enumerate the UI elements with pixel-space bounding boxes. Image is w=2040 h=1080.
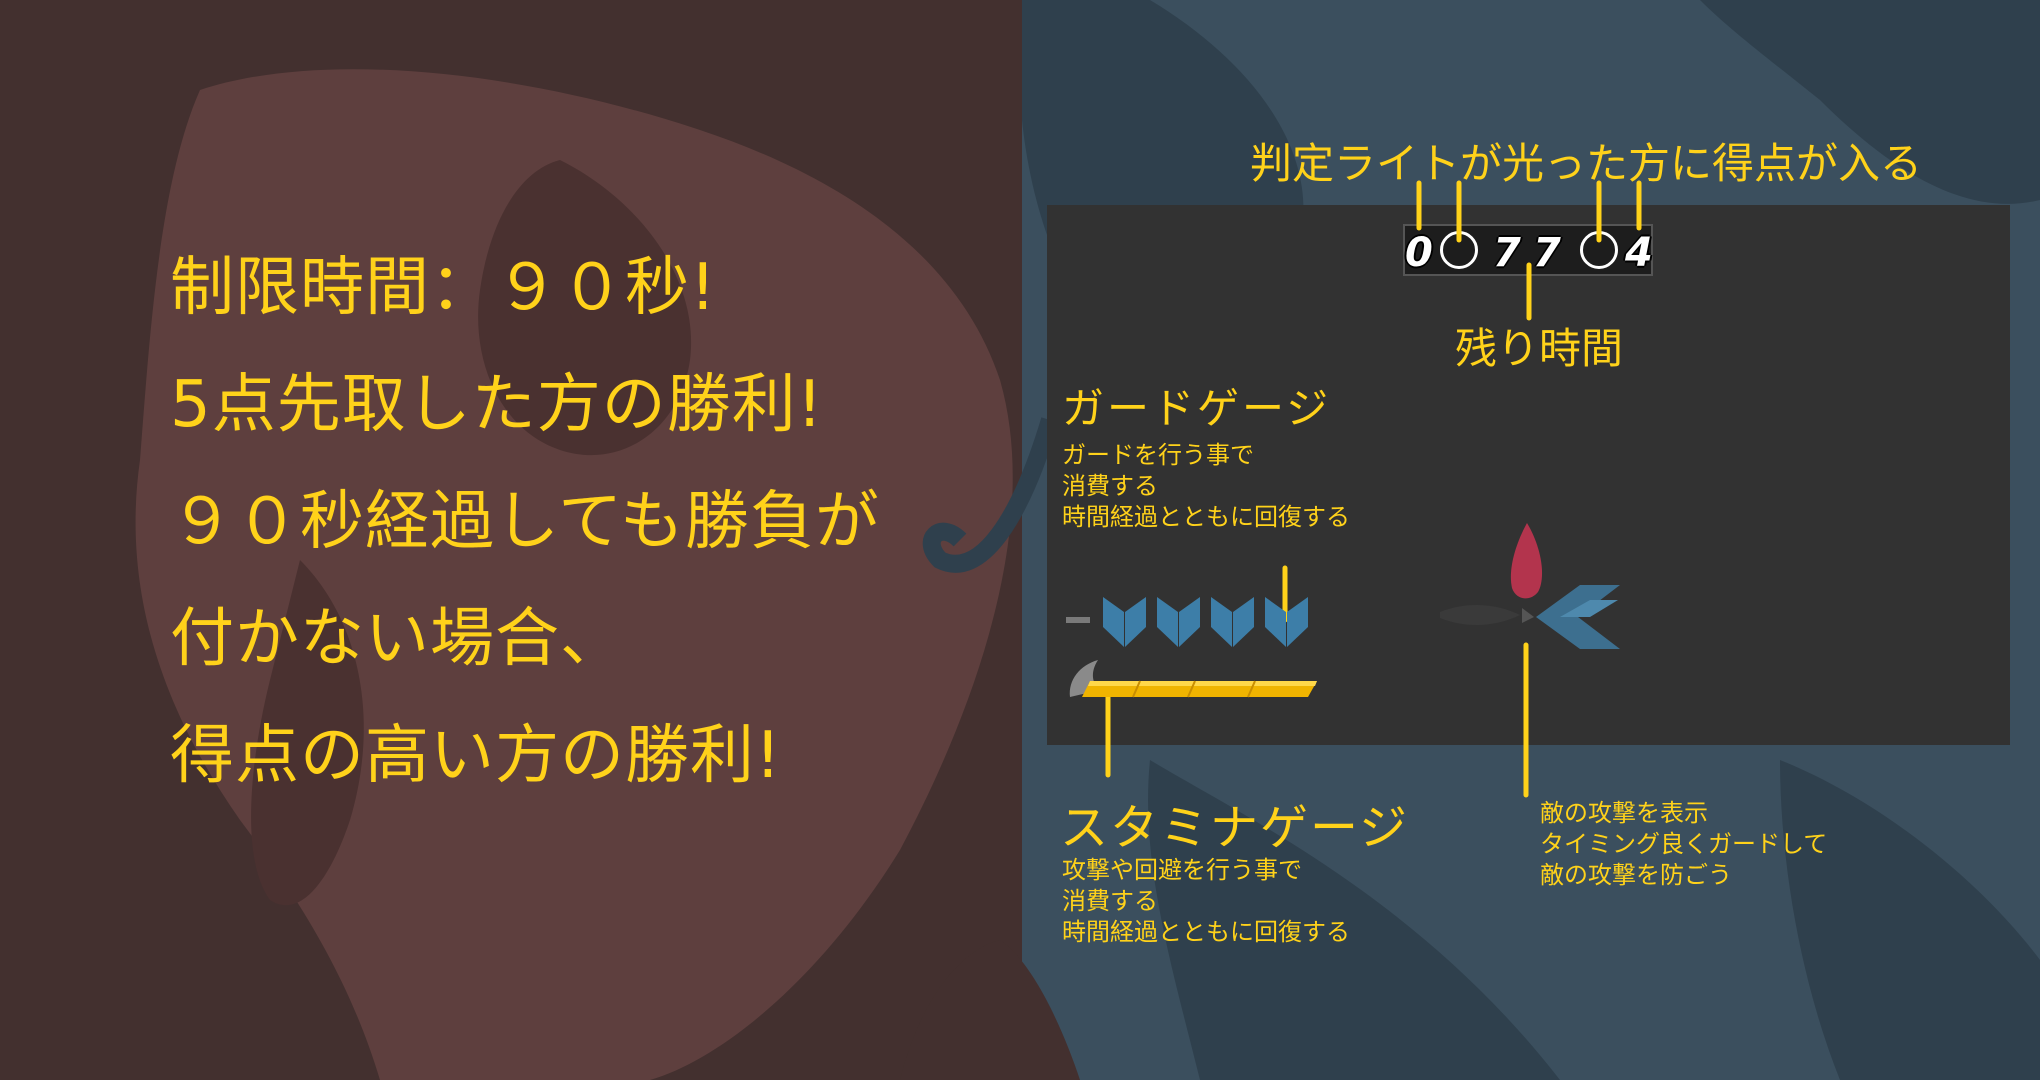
guard-desc-line-2: 消費する [1062,472,1158,500]
guard-desc-line-3: 時間経過とともに回復する [1062,503,1350,531]
rule-line-overtime-3: 得点の高い方の勝利! [170,719,782,793]
enemy-attack-desc: 敵の攻撃を表示 タイミング良くガードして 敵の攻撃を防ごう [1540,798,1827,891]
right-score: 4 [1625,230,1653,276]
timer-label: 残り時間 [1455,324,1624,373]
enemy-desc-line-1: 敵の攻撃を表示 [1540,799,1708,827]
rule-line-time-limit: 制限時間：９０秒! [170,251,717,325]
score-light-label: 判定ライトが光った方に得点が入る [1250,139,1923,188]
left-judge-light [1440,231,1478,269]
right-judge-light [1580,231,1618,269]
guard-gauge-desc: ガードを行う事で 消費する 時間経過とともに回復する [1062,440,1350,533]
timer-digit-ones: 7 [1533,230,1561,276]
rule-line-overtime-1: ９０秒経過しても勝負が [170,485,880,559]
stamina-desc-line-3: 時間経過とともに回復する [1062,918,1350,946]
stamina-desc-line-1: 攻撃や回避を行う事で [1062,856,1302,884]
rules-text: 制限時間：９０秒! 5点先取した方の勝利! ９０秒経過しても勝負が 付かない場合… [170,230,970,815]
guard-gauge-title: ガードゲージ [1062,384,1332,433]
enemy-desc-line-2: タイミング良くガードして [1540,830,1828,858]
stamina-gauge-title: スタミナゲージ [1060,800,1410,856]
rule-line-win-condition: 5点先取した方の勝利! [170,368,824,442]
left-score: 0 [1405,230,1433,276]
enemy-desc-line-3: 敵の攻撃を防ごう [1540,861,1732,889]
rule-line-overtime-2: 付かない場合、 [170,602,625,676]
stamina-desc-line-2: 消費する [1062,887,1158,915]
timer-digit-tens: 7 [1493,230,1521,276]
stamina-gauge-desc: 攻撃や回避を行う事で 消費する 時間経過とともに回復する [1062,855,1350,948]
guard-desc-line-1: ガードを行う事で [1062,441,1254,469]
